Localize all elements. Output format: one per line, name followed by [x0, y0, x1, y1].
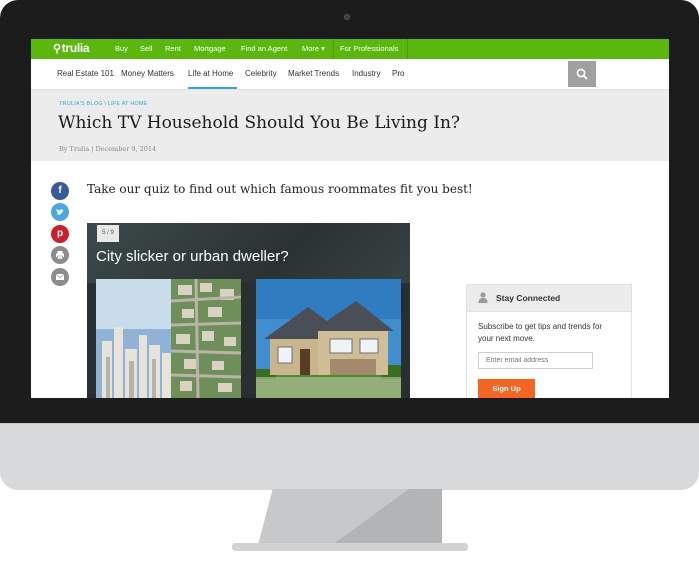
subnav-pro[interactable]: Pro	[392, 69, 404, 78]
active-tab-indicator	[188, 87, 237, 89]
twitter-icon	[56, 208, 64, 215]
pinterest-share-button[interactable]: p	[51, 225, 69, 243]
print-icon	[56, 251, 64, 260]
suburban-house-illustration	[256, 279, 401, 398]
subnav-industry[interactable]: Industry	[352, 69, 380, 78]
widget-description: Subscribe to get tips and trends for you…	[478, 322, 603, 343]
monitor-stand	[232, 489, 468, 551]
print-button[interactable]	[51, 246, 69, 264]
stay-connected-widget: Stay Connected Subscribe to get tips and…	[466, 284, 632, 398]
screen: ⚲trulia Buy Sell Rent Mortgage Find an A…	[31, 39, 669, 398]
quiz-slideshow[interactable]: 5 / 9 City slicker or urban dweller?	[87, 223, 410, 398]
subnav-celebrity[interactable]: Celebrity	[245, 69, 277, 78]
nav-buy[interactable]: Buy	[115, 44, 128, 53]
widget-title: Stay Connected	[496, 293, 561, 303]
stand-base	[232, 543, 468, 551]
nav-more[interactable]: More ▾	[302, 44, 325, 53]
breadcrumb[interactable]: TRULIA'S BLOG \ LIFE AT HOME	[59, 101, 148, 107]
article-byline: By Trulia | December 9, 2014	[59, 145, 157, 153]
facebook-share-button[interactable]: f	[51, 182, 69, 200]
widget-header: Stay Connected	[467, 285, 631, 312]
article-title: Which TV Household Should You Be Living …	[58, 113, 461, 133]
user-icon	[478, 292, 488, 303]
nav-for-professionals[interactable]: For Professionals	[340, 44, 398, 53]
subnav-life-at-home[interactable]: Life at Home	[188, 69, 233, 78]
city-aerial-image[interactable]	[96, 279, 241, 398]
monitor-chin	[0, 423, 699, 490]
subnav-market-trends[interactable]: Market Trends	[288, 69, 339, 78]
facebook-icon: f	[58, 185, 62, 196]
email-icon	[55, 273, 65, 280]
nav-divider	[407, 39, 408, 59]
email-share-button[interactable]	[51, 268, 69, 286]
article-header: TRULIA'S BLOG \ LIFE AT HOME Which TV Ho…	[31, 90, 669, 161]
blog-category-nav: Real Estate 101 Money Matters Life at Ho…	[31, 59, 669, 90]
article-intro: Take our quiz to find out which famous r…	[87, 182, 473, 196]
twitter-share-button[interactable]	[51, 203, 69, 221]
subnav-money-matters[interactable]: Money Matters	[121, 69, 174, 78]
nav-divider	[333, 39, 334, 59]
pinterest-icon: p	[56, 228, 64, 239]
search-icon	[576, 68, 588, 80]
sign-up-button[interactable]: Sign Up	[478, 379, 535, 398]
subnav-real-estate-101[interactable]: Real Estate 101	[57, 69, 114, 78]
nav-find-an-agent[interactable]: Find an Agent	[241, 44, 287, 53]
logo-text: trulia	[61, 41, 90, 55]
city-aerial-illustration	[96, 279, 241, 398]
camera-dot	[344, 14, 350, 20]
search-button[interactable]	[568, 61, 596, 87]
slide-counter: 5 / 9	[97, 225, 119, 242]
quiz-question: City slicker or urban dweller?	[96, 248, 289, 265]
top-navigation: ⚲trulia Buy Sell Rent Mortgage Find an A…	[31, 39, 669, 59]
email-input[interactable]	[478, 352, 593, 369]
nav-rent[interactable]: Rent	[165, 44, 181, 53]
suburban-house-image[interactable]	[256, 279, 401, 398]
nav-mortgage[interactable]: Mortgage	[194, 44, 226, 53]
location-pin-icon: ⚲	[53, 43, 61, 55]
trulia-logo[interactable]: ⚲trulia	[53, 41, 90, 55]
nav-sell[interactable]: Sell	[140, 44, 153, 53]
